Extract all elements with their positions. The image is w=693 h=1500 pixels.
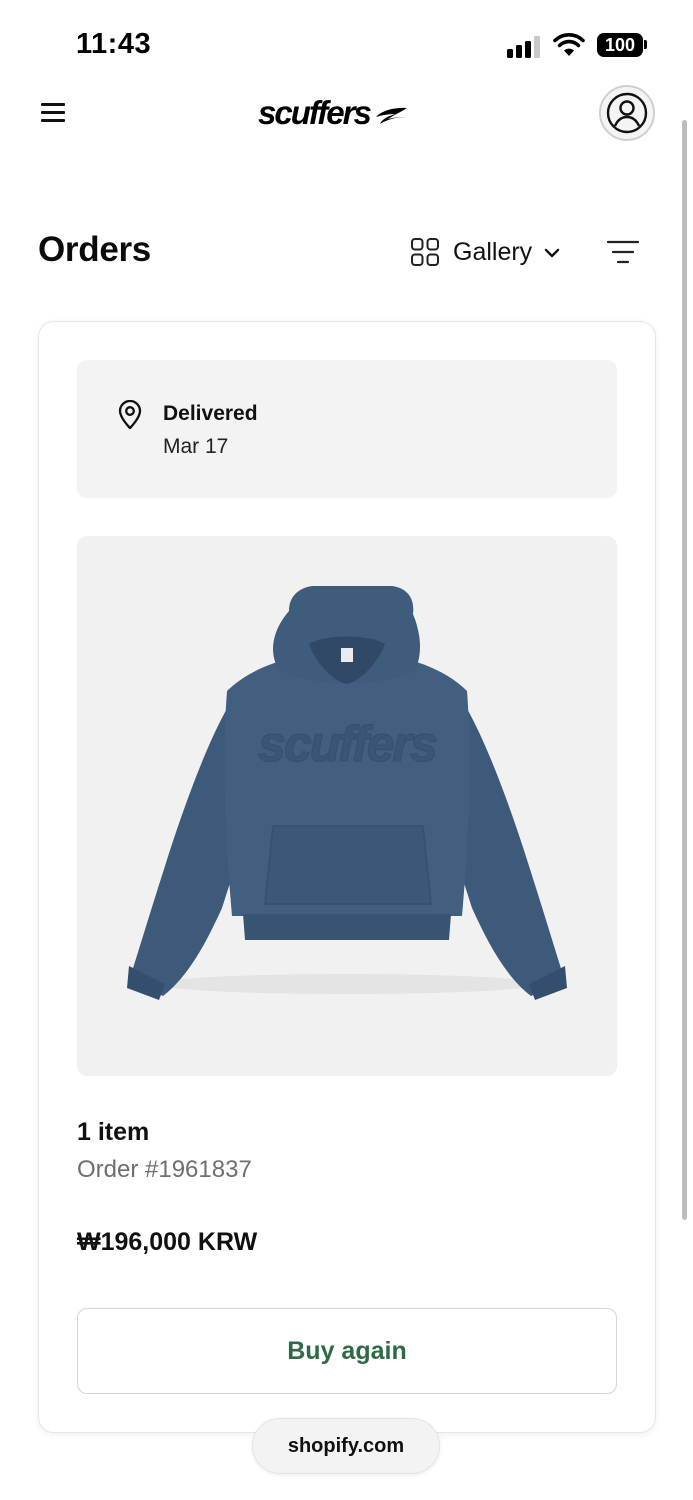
status-time: 11:43: [76, 28, 152, 60]
account-button[interactable]: [599, 85, 655, 141]
item-count: 1 item: [77, 1118, 150, 1146]
scrollbar[interactable]: [682, 120, 687, 1220]
order-card[interactable]: Delivered Mar 17 scuffers 1 item Order #…: [38, 321, 656, 1433]
grid-icon: [411, 238, 439, 266]
delivery-status: Delivered Mar 17: [77, 360, 617, 498]
buy-again-button[interactable]: Buy again: [77, 1308, 617, 1394]
chevron-down-icon: [544, 248, 560, 258]
wifi-icon: [553, 33, 585, 56]
order-number: Order #1961837: [77, 1156, 252, 1183]
brand-logo[interactable]: scuffers: [258, 90, 408, 136]
menu-button[interactable]: [38, 98, 68, 128]
filter-icon[interactable]: [604, 236, 642, 268]
logo-swoosh-icon: [375, 107, 407, 124]
view-toggle[interactable]: Gallery: [410, 235, 560, 269]
logo-text: scuffers: [258, 94, 372, 131]
location-pin-icon: [118, 400, 142, 430]
shopify-link[interactable]: shopify.com: [252, 1418, 440, 1474]
status-date: Mar 17: [163, 435, 229, 458]
hoodie-image: scuffers: [127, 586, 567, 1000]
view-label: Gallery: [453, 237, 533, 266]
battery-icon: 100: [597, 33, 643, 57]
svg-text:scuffers: scuffers: [258, 716, 437, 772]
battery-tip: [644, 40, 647, 49]
signal-icon: [507, 36, 543, 58]
menu-icon: [41, 103, 65, 106]
status-bar: 11:43 100: [0, 0, 693, 90]
product-image[interactable]: scuffers: [77, 536, 617, 1076]
order-total: ₩196,000 KRW: [77, 1228, 258, 1256]
page-title: Orders: [38, 230, 151, 269]
status-label: Delivered: [163, 402, 258, 425]
account-icon: [606, 92, 648, 134]
